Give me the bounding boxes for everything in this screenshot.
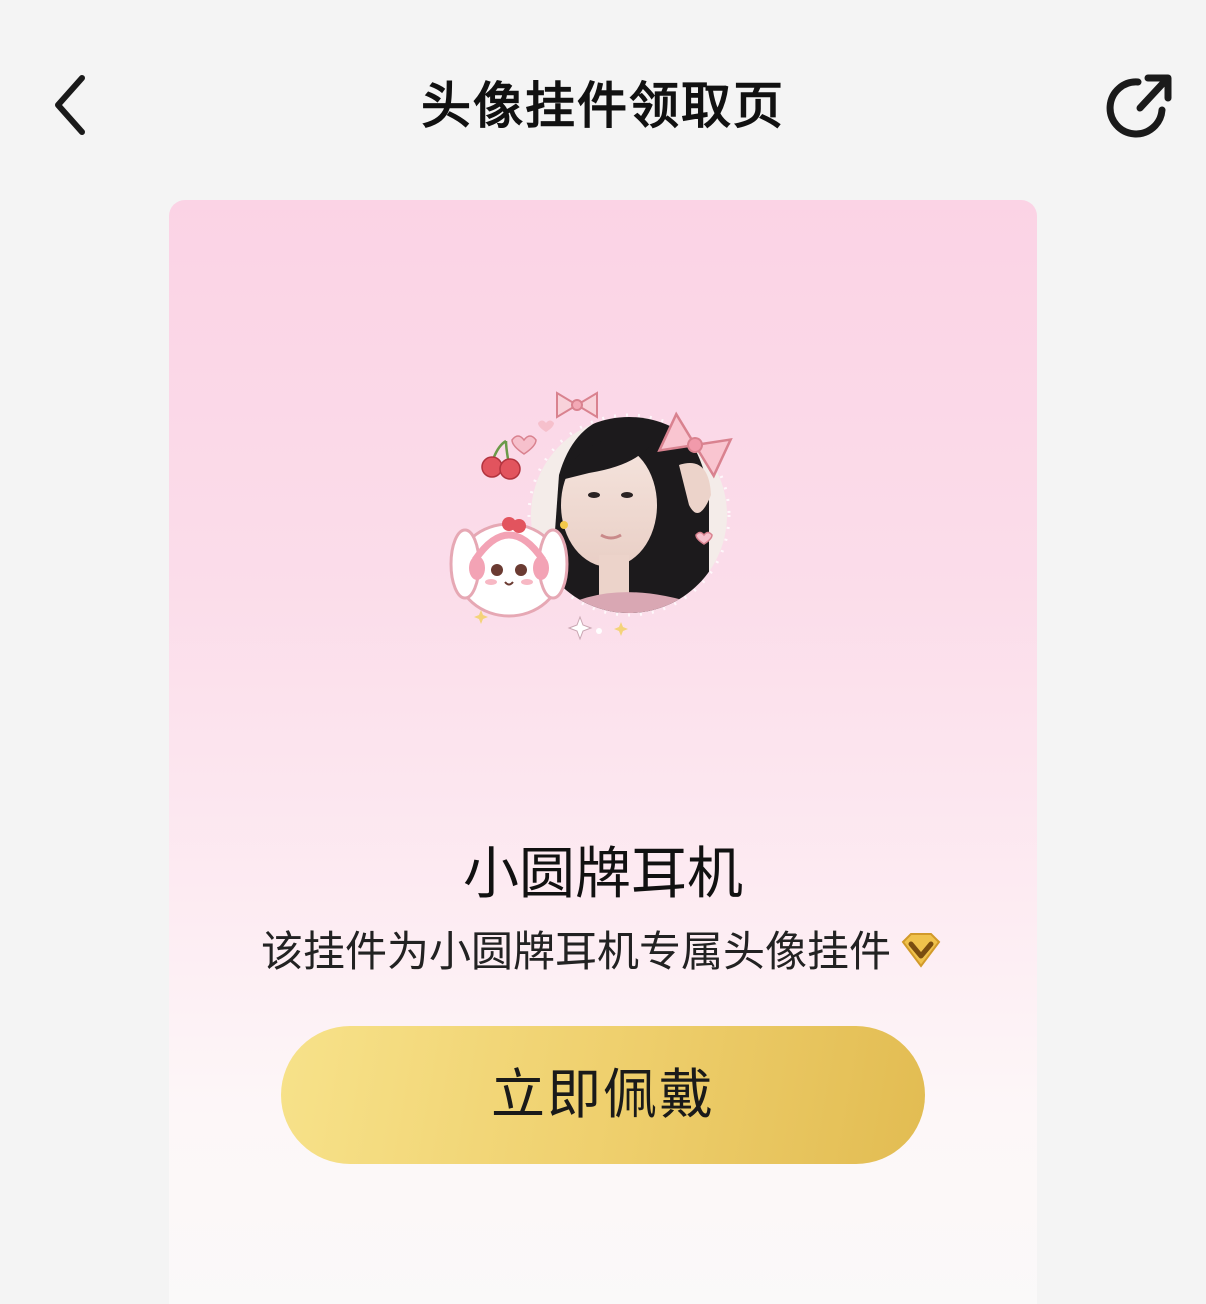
share-external-icon [1106,74,1172,138]
pendant-description-text: 该挂件为小圆牌耳机专属头像挂件 [260,927,891,976]
pendant-description: 该挂件为小圆牌耳机专属头像挂件 [169,924,1037,980]
pendant-claim-page: 头像挂件领取页 小圆牌耳机 该挂件为小圆牌耳机专属头像挂件 立即佩戴 [0,0,1206,1304]
pendant-name: 小圆牌耳机 [463,842,743,907]
pendant-card: 小圆牌耳机 该挂件为小圆牌耳机专属头像挂件 立即佩戴 [169,200,1037,1304]
avatar-pendant-preview [449,385,749,645]
top-navigation-bar: 头像挂件领取页 [0,40,1206,170]
share-button[interactable] [1100,68,1180,148]
avatar-with-pendant-image [449,391,733,641]
page-title: 头像挂件领取页 [421,77,785,135]
wear-now-button[interactable]: 立即佩戴 [281,1026,925,1164]
vip-diamond-icon [897,930,945,970]
